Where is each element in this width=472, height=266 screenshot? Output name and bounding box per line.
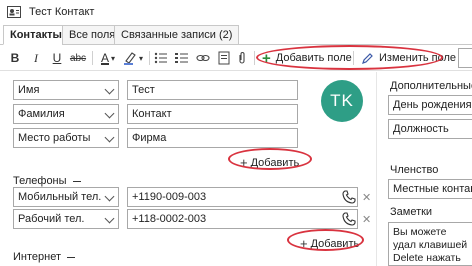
job-title-field[interactable]: Должность xyxy=(388,119,472,139)
collapse-icon xyxy=(67,256,75,258)
mobile-phone-input[interactable]: +1190-009-003 xyxy=(127,187,358,207)
first-name-input[interactable]: Тест xyxy=(127,80,298,100)
bold-icon[interactable]: B xyxy=(7,49,23,67)
overflow-field xyxy=(458,48,472,68)
tab-bar: Контакты Все поля Связанные записи (2) xyxy=(0,24,472,45)
phone-call-icon[interactable] xyxy=(342,212,356,226)
last-name-input[interactable]: Контакт xyxy=(127,104,298,124)
highlight-oval xyxy=(287,229,364,251)
chevron-down-icon[interactable]: ▾ xyxy=(137,49,145,67)
collapse-icon xyxy=(72,180,81,182)
company-input[interactable]: Фирма xyxy=(127,128,298,148)
remove-phone-icon[interactable]: ✕ xyxy=(362,191,371,204)
work-phone-input[interactable]: +118-0002-003 xyxy=(127,209,358,229)
first-name-type-dropdown[interactable]: Имя xyxy=(13,80,119,100)
notes-textarea[interactable]: Вы можете удал клавишей Delete нажать мы… xyxy=(388,222,472,266)
numbering-icon[interactable] xyxy=(174,49,190,67)
clip-icon[interactable] xyxy=(236,49,248,67)
underline-icon[interactable]: U xyxy=(49,49,65,67)
phone-call-icon[interactable] xyxy=(342,190,356,204)
avatar[interactable]: TK xyxy=(321,80,363,122)
last-name-type-dropdown[interactable]: Фамилия xyxy=(13,104,119,124)
additional-fields-label: Дополнительные п xyxy=(390,80,472,92)
birthday-field[interactable]: День рождения xyxy=(388,95,472,115)
title-bar: Тест Контакт xyxy=(0,0,472,24)
highlight-oval xyxy=(228,148,312,170)
tab-related-records[interactable]: Связанные записи (2) xyxy=(114,25,240,45)
chevron-down-icon[interactable]: ▾ xyxy=(109,49,117,67)
phone-type-dropdown[interactable]: Мобильный тел. xyxy=(13,187,119,207)
tab-contacts[interactable]: Контакты xyxy=(3,25,69,45)
highlight-icon[interactable] xyxy=(122,49,138,67)
membership-field[interactable]: Местные контакт xyxy=(388,179,472,199)
font-color-letter: A xyxy=(100,51,109,65)
attachment-icon[interactable] xyxy=(216,49,232,67)
notes-label: Заметки xyxy=(390,206,433,218)
highlight-oval xyxy=(256,45,443,70)
panel-divider xyxy=(376,72,377,266)
link-icon[interactable] xyxy=(195,49,211,67)
window-title: Тест Контакт xyxy=(29,6,95,18)
membership-label: Членство xyxy=(390,164,439,176)
italic-icon[interactable]: I xyxy=(28,49,44,67)
phone-type-dropdown[interactable]: Рабочий тел. xyxy=(13,209,119,229)
contact-card-icon xyxy=(7,5,21,19)
internet-section-header[interactable]: Интернет xyxy=(13,251,75,263)
bullets-icon[interactable] xyxy=(153,49,169,67)
strikethrough-icon[interactable]: abc xyxy=(68,49,88,67)
company-type-dropdown[interactable]: Место работы xyxy=(13,128,119,148)
phones-section-header[interactable]: Телефоны xyxy=(13,175,81,187)
remove-phone-icon[interactable]: ✕ xyxy=(362,213,371,226)
